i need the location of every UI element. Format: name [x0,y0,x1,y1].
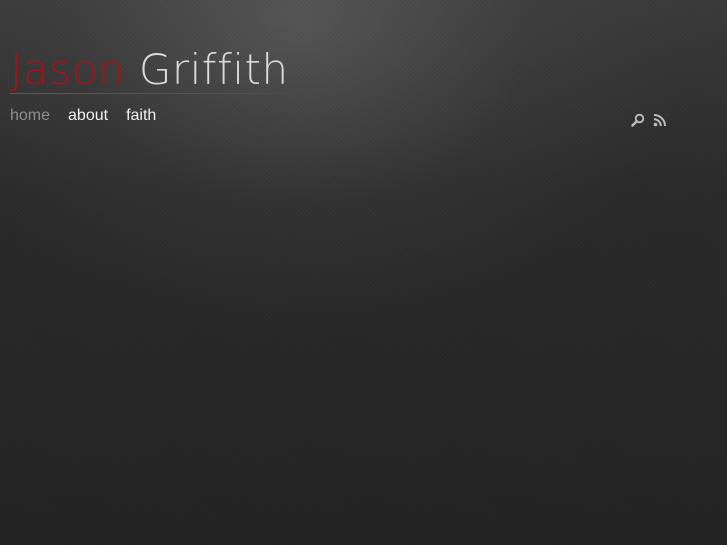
search-icon[interactable] [630,112,646,128]
logo-first-name: Jason [10,45,125,94]
rss-icon[interactable] [652,112,668,128]
main-nav: home about faith [10,106,156,126]
nav-item-home[interactable]: home [10,106,50,126]
site-header: Jason Griffith [10,46,310,94]
logo-divider [10,93,290,94]
nav-item-about[interactable]: about [68,106,108,126]
nav-item-faith[interactable]: faith [126,106,156,126]
header-tools [630,112,668,128]
site-logo[interactable]: Jason Griffith [10,46,310,94]
logo-last-name: Griffith [138,45,289,94]
